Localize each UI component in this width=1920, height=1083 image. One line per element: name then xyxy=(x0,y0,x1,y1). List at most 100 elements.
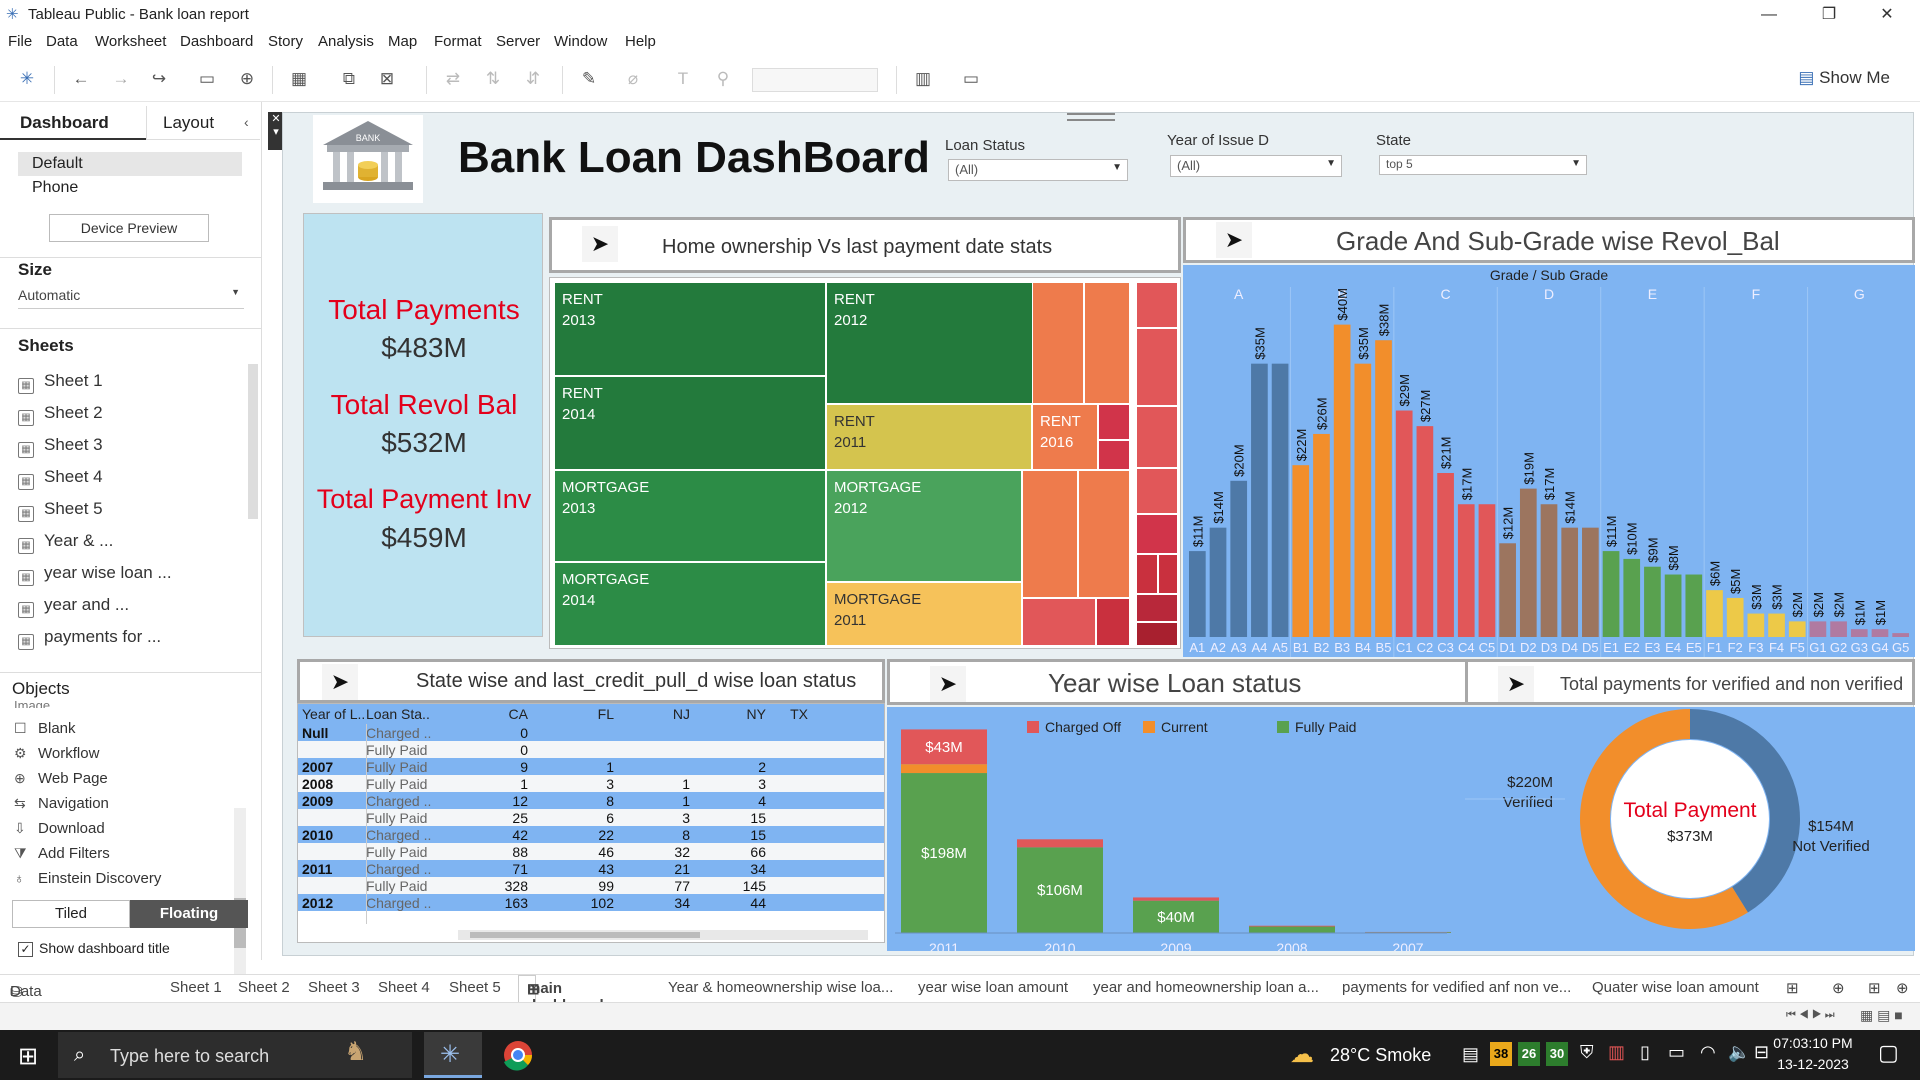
table-row[interactable]: 2007Fully Paid912 xyxy=(298,758,885,775)
treemap-cell[interactable] xyxy=(1078,470,1130,598)
menu-window[interactable]: Window xyxy=(554,33,607,50)
close-button[interactable]: ✕ xyxy=(1864,0,1910,30)
navigate-arrow-icon[interactable]: ➤ xyxy=(1498,666,1534,702)
year-filter[interactable]: (All)▼ xyxy=(1170,155,1342,177)
treemap-cell[interactable] xyxy=(1084,282,1130,404)
clock-time[interactable]: 07:03:10 PM xyxy=(1768,1035,1858,1051)
treemap-cell[interactable] xyxy=(1136,468,1178,514)
pin-icon[interactable]: ⚲ xyxy=(712,68,734,90)
tray-badge[interactable]: 26 xyxy=(1518,1042,1540,1066)
duplicate-icon[interactable]: ⧉ xyxy=(338,68,360,90)
table-row[interactable]: Fully Paid256315 xyxy=(298,809,885,826)
menu-file[interactable]: File xyxy=(8,33,32,50)
swap-icon[interactable]: ⇄ xyxy=(442,68,464,90)
treemap-cell[interactable] xyxy=(1136,406,1178,468)
new-worksheet-icon[interactable]: ⊕ xyxy=(1832,979,1845,997)
treemap-cell[interactable] xyxy=(1136,594,1178,622)
fit-dropdown[interactable] xyxy=(752,68,878,92)
table-row[interactable]: 2008Fully Paid1313 xyxy=(298,775,885,792)
tab-sheet[interactable]: Sheet 4 xyxy=(378,979,430,996)
treemap-cell[interactable]: RENT2011 xyxy=(826,404,1032,470)
treemap-cell[interactable]: RENT2016 xyxy=(1032,404,1098,470)
table-row[interactable]: 2012Charged ..1631023444 xyxy=(298,894,885,911)
tab-sheet[interactable]: Sheet 5 xyxy=(449,979,501,996)
tab-sheet[interactable]: Year & homeownership wise loa... xyxy=(668,979,893,996)
taskbar-search[interactable]: ⌕ Type here to search ♞ xyxy=(58,1032,412,1078)
object-item[interactable]: ⇩Download xyxy=(14,820,105,837)
table-hscrollbar[interactable] xyxy=(458,930,868,940)
navigate-arrow-icon[interactable]: ➤ xyxy=(930,666,966,702)
object-item-image[interactable]: Image xyxy=(14,698,50,708)
menu-map[interactable]: Map xyxy=(388,33,417,50)
menu-analysis[interactable]: Analysis xyxy=(318,33,374,50)
menu-worksheet[interactable]: Worksheet xyxy=(95,33,166,50)
table-row[interactable]: 2010Charged ..4222815 xyxy=(298,826,885,843)
treemap-cell[interactable] xyxy=(1136,622,1178,646)
sheet-item[interactable]: ▦year wise loan ... xyxy=(18,563,172,586)
tableau-taskbar-app[interactable]: ✳ xyxy=(424,1032,482,1078)
menu-story[interactable]: Story xyxy=(268,33,303,50)
sheet-item[interactable]: ▦Sheet 1 xyxy=(18,371,103,394)
treemap-cell[interactable] xyxy=(1022,470,1078,598)
table-row[interactable]: 2011Charged ..71432134 xyxy=(298,860,885,877)
maximize-button[interactable]: ❐ xyxy=(1806,0,1852,30)
table-row[interactable]: Fully Paid3289977145 xyxy=(298,877,885,894)
navigate-arrow-icon[interactable]: ➤ xyxy=(582,226,618,262)
tab-sheet[interactable]: Sheet 3 xyxy=(308,979,360,996)
tab-sheet[interactable]: payments for vedified anf non ve... xyxy=(1342,979,1571,996)
state-filter[interactable]: top 5▼ xyxy=(1379,155,1587,175)
volume-icon[interactable]: 🔈 xyxy=(1728,1042,1750,1063)
tiled-toggle[interactable]: Tiled xyxy=(12,900,130,928)
save-icon[interactable]: ▭ xyxy=(196,68,218,90)
treemap-cell[interactable]: RENT2013 xyxy=(554,282,826,376)
menu-dashboard[interactable]: Dashboard xyxy=(180,33,253,50)
treemap-cell[interactable] xyxy=(1136,328,1178,406)
network-icon[interactable]: ⊟ xyxy=(1754,1042,1769,1063)
chart-tray-icon[interactable]: ▥ xyxy=(1608,1042,1625,1063)
treemap-cell[interactable] xyxy=(1136,554,1158,594)
clear-sheet-icon[interactable]: ⊠ xyxy=(376,68,398,90)
treemap-cell[interactable] xyxy=(1098,404,1130,440)
menu-server[interactable]: Server xyxy=(496,33,540,50)
object-item[interactable]: ☐Blank xyxy=(14,720,76,737)
objects-scrollbar[interactable] xyxy=(234,808,246,978)
treemap-cell[interactable] xyxy=(1098,440,1130,470)
tab-sheet[interactable]: Quater wise loan amount xyxy=(1592,979,1759,996)
notification-icon[interactable]: ▢ xyxy=(1878,1040,1899,1066)
sheet-item[interactable]: ▦year and ... xyxy=(18,595,129,618)
more-options-icon[interactable]: ▾ xyxy=(273,126,279,138)
tab-nav-icon[interactable]: ⏮ ◀ ▶ ⏭ xyxy=(1786,1009,1835,1022)
tab-layout[interactable]: Layout xyxy=(146,106,260,140)
treemap-cell[interactable]: RENT2014 xyxy=(554,376,826,470)
loan-status-filter[interactable]: (All)▼ xyxy=(948,159,1128,181)
wifi-icon[interactable]: ◠ xyxy=(1700,1042,1716,1063)
new-dashboard-icon[interactable]: ⊞ xyxy=(1786,979,1799,997)
replay-icon[interactable]: ↪ xyxy=(148,68,170,90)
windows-start-icon[interactable]: ⊞ xyxy=(18,1042,38,1071)
treemap-cell[interactable] xyxy=(1136,514,1178,554)
treemap-cell[interactable]: RENT2012 xyxy=(826,282,1036,404)
object-item[interactable]: ⚙Workflow xyxy=(14,745,99,762)
show-cards-icon[interactable]: ▥ xyxy=(912,68,934,90)
close-icon[interactable]: ✕ xyxy=(271,113,280,125)
object-item[interactable]: ⧩Add Filters xyxy=(14,845,110,862)
treemap-cell[interactable]: MORTGAGE2014 xyxy=(554,562,826,646)
sheet-item[interactable]: ▦payments for ... xyxy=(18,627,161,650)
clock-date[interactable]: 13-12-2023 xyxy=(1768,1056,1858,1072)
object-item[interactable]: ♁Einstein Discovery xyxy=(14,870,161,887)
drag-handle-icon[interactable] xyxy=(1067,113,1115,121)
new-sheet-icon[interactable]: ⊕ xyxy=(1896,979,1909,997)
sheet-item[interactable]: ▦Sheet 5 xyxy=(18,499,103,522)
weather-text[interactable]: 28°C Smoke xyxy=(1330,1045,1431,1066)
redo-icon[interactable]: → xyxy=(110,68,132,90)
table-row[interactable]: Fully Paid88463266 xyxy=(298,843,885,860)
device-icon[interactable]: ▯ xyxy=(1640,1042,1650,1063)
treemap-cell[interactable]: MORTGAGE2013 xyxy=(554,470,826,562)
menu-data[interactable]: Data xyxy=(46,33,78,50)
tab-sheet[interactable]: year and homeownership loan a... xyxy=(1093,979,1319,996)
object-item[interactable]: ⊕Web Page xyxy=(14,770,108,787)
navigate-arrow-icon[interactable]: ➤ xyxy=(1216,222,1252,258)
sort-asc-icon[interactable]: ⇅ xyxy=(482,68,504,90)
group-icon[interactable]: ⌀ xyxy=(622,68,644,90)
presentation-icon[interactable]: ▭ xyxy=(960,68,982,90)
